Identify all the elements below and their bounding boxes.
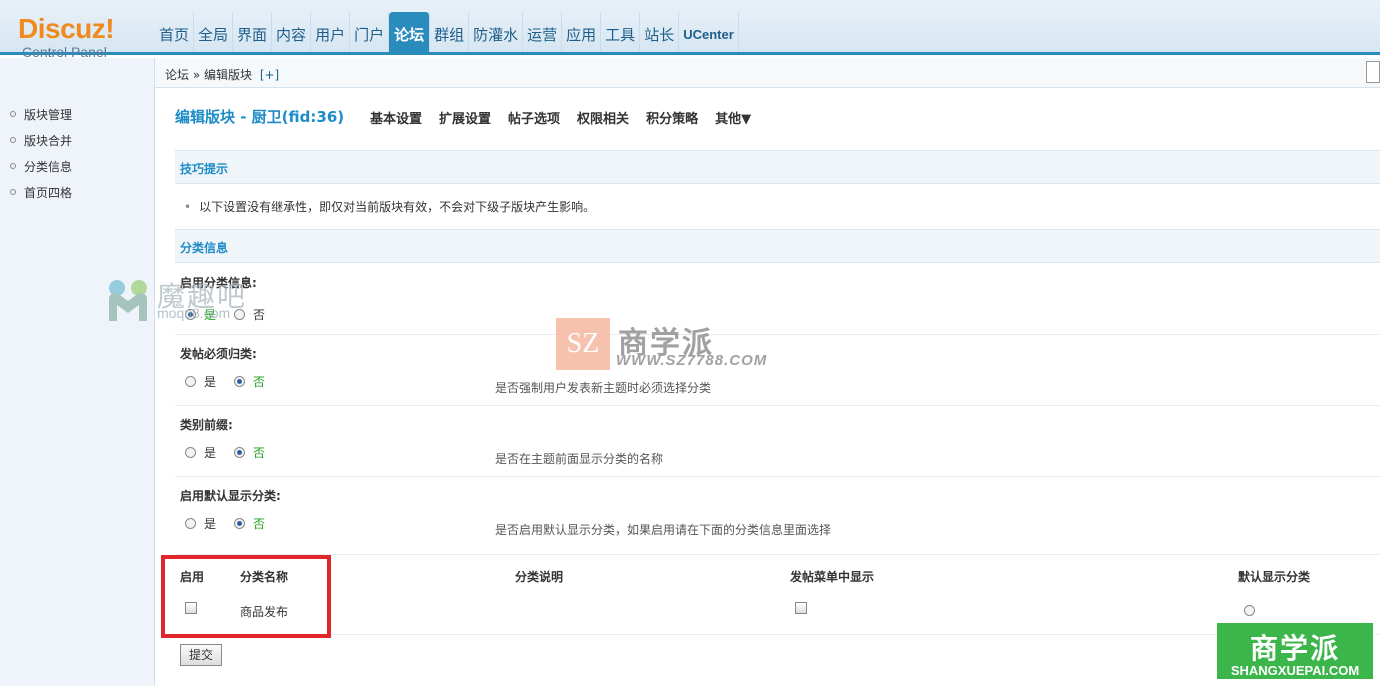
nav-style[interactable]: 界面	[233, 12, 273, 52]
sidebar-item-homepage-grid[interactable]: 首页四格	[10, 184, 72, 201]
nav-founder[interactable]: 站长	[640, 12, 680, 52]
divider	[175, 634, 1380, 635]
page-title: 编辑版块 - 厨卫(fid:36)	[175, 108, 345, 126]
radio-yes[interactable]: 是	[185, 444, 216, 461]
radio-group: 是 否	[185, 444, 283, 461]
logo-brand: Discuz!	[18, 13, 115, 44]
sidebar-item-forum-manage[interactable]: 版块管理	[10, 106, 72, 123]
tip-line: 以下设置没有继承性，即仅对当前版块有效，不会对下级子版块产生影响。	[199, 200, 596, 214]
nav-group[interactable]: 群组	[430, 12, 470, 52]
radio-no-label: 否	[253, 375, 266, 389]
sub-nav: 基本设置 扩展设置 帖子选项 权限相关 积分策略 其他▼	[370, 108, 751, 127]
top-nav: 首页 全局 界面 内容 用户 门户 论坛 群组 防灌水 运营 应用 工具 站长 …	[155, 12, 739, 52]
header: Discuz! Control Panel 首页 全局 界面 内容 用户 门户 …	[0, 0, 1380, 60]
nav-home[interactable]: 首页	[155, 12, 195, 52]
bullet-icon	[10, 163, 16, 169]
search-input[interactable]	[1366, 61, 1380, 83]
sidebar-item-label: 分类信息	[24, 160, 73, 174]
sidebar: 版块管理 版块合并 分类信息 首页四格	[0, 58, 155, 686]
breadcrumb: 论坛 » 编辑版块 [+]	[165, 66, 279, 83]
watermark-moqu: 魔趣吧 moqu8.com	[105, 275, 265, 325]
radio-no[interactable]: 否	[234, 515, 265, 532]
col-default-header: 默认显示分类	[1238, 570, 1311, 584]
moqu-logo-icon	[109, 280, 147, 321]
main-content: 编辑版块 - 厨卫(fid:36) 基本设置 扩展设置 帖子选项 权限相关 积分…	[161, 88, 1380, 686]
radio-no-label: 否	[253, 446, 266, 460]
sidebar-item-typeinfo[interactable]: 分类信息	[10, 158, 72, 175]
setting-description: 是否强制用户发表新主题时必须选择分类	[495, 381, 712, 395]
setting-label: 发帖必须归类:	[180, 347, 257, 361]
nav-forum[interactable]: 论坛	[389, 12, 431, 52]
watermark-shangxuepai: 商学派 SHANGXUEPAI.COM	[1215, 621, 1375, 681]
radio-group: 是 否	[185, 373, 283, 390]
radio-yes-label: 是	[204, 446, 217, 460]
tab-extended[interactable]: 扩展设置	[439, 108, 491, 127]
nav-global[interactable]: 全局	[194, 12, 234, 52]
moqu-url: moqu8.com	[157, 305, 231, 321]
sz-logo-box: SZ	[556, 318, 610, 370]
submit-button[interactable]: 提交	[180, 644, 222, 666]
bullet-icon	[10, 111, 16, 117]
setting-description: 是否在主题前面显示分类的名称	[495, 452, 664, 466]
radio-yes[interactable]: 是	[185, 515, 216, 532]
sidebar-item-label: 首页四格	[24, 186, 73, 200]
radio-no[interactable]: 否	[234, 444, 265, 461]
radio-button[interactable]	[234, 518, 246, 529]
tips-header: 技巧提示	[175, 150, 1380, 184]
nav-antispam[interactable]: 防灌水	[469, 12, 524, 52]
setting-type-prefix: 类别前缀: 是 否 是否在主题前面显示分类的名称	[175, 406, 1380, 477]
radio-button[interactable]	[185, 376, 196, 387]
col-desc-header: 分类说明	[515, 570, 564, 584]
sxp-url: SHANGXUEPAI.COM	[1230, 663, 1360, 678]
bullet-icon	[10, 189, 16, 195]
radio-button[interactable]	[234, 447, 246, 458]
setting-label: 类别前缀:	[180, 418, 233, 432]
sidebar-item-forum-merge[interactable]: 版块合并	[10, 132, 72, 149]
breadcrumb-text: 论坛 » 编辑版块	[165, 68, 252, 82]
setting-label: 启用默认显示分类:	[180, 489, 281, 503]
nav-portal[interactable]: 门户	[350, 12, 390, 52]
sidebar-item-label: 版块管理	[24, 108, 73, 122]
default-type-radio[interactable]	[1244, 605, 1255, 616]
setting-default-show-type: 启用默认显示分类: 是 否 是否启用默认显示分类，如果启用请在下面的分类信息里面…	[175, 477, 1380, 555]
nav-content[interactable]: 内容	[272, 12, 312, 52]
bullet-icon: •	[184, 200, 192, 214]
col-menu-header: 发帖菜单中显示	[790, 570, 875, 584]
radio-group: 是 否	[185, 515, 283, 532]
setting-description: 是否启用默认显示分类，如果启用请在下面的分类信息里面选择	[495, 523, 832, 537]
add-shortcut-link[interactable]: [+]	[260, 68, 279, 82]
radio-no[interactable]: 否	[234, 373, 265, 390]
nav-user[interactable]: 用户	[311, 12, 351, 52]
nav-apps[interactable]: 应用	[562, 12, 602, 52]
sz-url: WWW.SZ7788.COM	[616, 352, 768, 369]
tab-other[interactable]: 其他▼	[715, 108, 751, 127]
typeinfo-header-label: 分类信息	[180, 241, 229, 255]
radio-yes-label: 是	[204, 517, 217, 531]
sidebar-item-label: 版块合并	[24, 134, 73, 148]
radio-button[interactable]	[234, 376, 246, 387]
tab-credits[interactable]: 积分策略	[646, 108, 698, 127]
show-in-menu-checkbox[interactable]	[795, 602, 807, 614]
radio-button[interactable]	[185, 518, 196, 529]
radio-yes-label: 是	[204, 375, 217, 389]
tips-header-label: 技巧提示	[180, 162, 229, 176]
sxp-name: 商学派	[1249, 632, 1340, 665]
radio-no-label: 否	[253, 517, 266, 531]
bullet-icon	[10, 137, 16, 143]
breadcrumb-bar: 论坛 » 编辑版块 [+]	[155, 58, 1380, 88]
typeinfo-header: 分类信息	[175, 229, 1380, 263]
nav-tools[interactable]: 工具	[601, 12, 641, 52]
watermark-sz7788: SZ 商学派 WWW.SZ7788.COM	[556, 318, 816, 373]
radio-button[interactable]	[185, 447, 196, 458]
tab-permissions[interactable]: 权限相关	[577, 108, 629, 127]
tab-basic[interactable]: 基本设置	[370, 108, 422, 127]
nav-operation[interactable]: 运营	[523, 12, 563, 52]
radio-yes[interactable]: 是	[185, 373, 216, 390]
tip-text: • 以下设置没有继承性，即仅对当前版块有效，不会对下级子版块产生影响。	[184, 198, 595, 215]
tab-post-options[interactable]: 帖子选项	[508, 108, 560, 127]
nav-ucenter[interactable]: UCenter	[679, 12, 739, 52]
highlight-box	[161, 555, 331, 638]
